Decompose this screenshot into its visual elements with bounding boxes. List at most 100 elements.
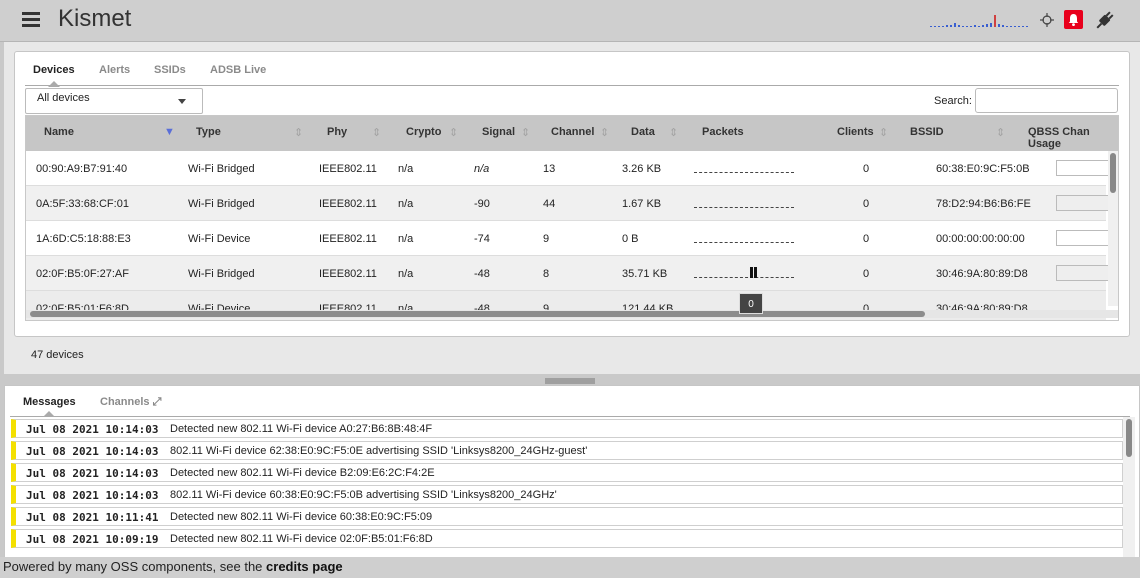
scroll-thumb[interactable] <box>30 311 925 317</box>
qbss-usage-meter <box>1056 160 1111 176</box>
device-tabs: Devices Alerts SSIDs ADSB Live <box>25 58 1119 87</box>
device-filter-value: All devices <box>37 92 90 104</box>
cell-signal: -90 <box>474 198 490 210</box>
packets-tooltip: 0 <box>739 293 763 314</box>
message-list: Jul 08 2021 10:14:03 Detected new 802.11 … <box>11 419 1123 551</box>
packets-sparkline <box>694 172 794 173</box>
search-label: Search: <box>934 95 972 107</box>
list-item: Jul 08 2021 10:14:03 Detected new 802.11 … <box>11 463 1123 482</box>
qbss-usage-meter <box>1056 265 1111 281</box>
sort-icon[interactable]: ⇕ <box>372 126 381 139</box>
table-row[interactable]: 0A:5F:33:68:CF:01 Wi-Fi Bridged IEEE802.… <box>26 186 1111 221</box>
scroll-thumb[interactable] <box>1110 153 1116 193</box>
cell-signal: -48 <box>474 268 490 280</box>
cell-clients: 0 <box>863 163 870 175</box>
table-header: Name ▼ Type ⇕ Phy ⇕ Crypto ⇕ Signal ⇕ Ch… <box>26 116 1118 151</box>
sort-descending-icon[interactable]: ▼ <box>164 126 175 138</box>
cell-type: Wi-Fi Bridged <box>188 198 255 210</box>
qbss-usage-meter <box>1056 230 1111 246</box>
message-timestamp: Jul 08 2021 10:14:03 <box>26 489 159 502</box>
alert-bell-icon[interactable] <box>1064 10 1083 29</box>
cell-clients: 0 <box>863 268 870 280</box>
cell-crypto: n/a <box>398 233 414 245</box>
column-header-qbss-chan-usage[interactable]: QBSS Chan Usage <box>1028 126 1118 150</box>
cell-clients: 0 <box>863 198 870 210</box>
tab-devices[interactable]: Devices <box>33 64 75 87</box>
cell-crypto: n/a <box>398 268 414 280</box>
panel-resize-handle[interactable] <box>545 378 595 384</box>
credits-link[interactable]: credits page <box>266 559 343 574</box>
cell-bssid: 78:D2:94:B6:B6:FE <box>936 198 1031 210</box>
cell-signal: -74 <box>474 233 490 245</box>
scroll-thumb[interactable] <box>1126 419 1132 457</box>
tab-channels-label: Channels <box>100 396 150 408</box>
table-row[interactable]: 02:0F:B5:0F:27:AF Wi-Fi Bridged IEEE802.… <box>26 256 1111 291</box>
table-row[interactable]: 1A:6D:C5:18:88:E3 Wi-Fi Device IEEE802.1… <box>26 221 1111 256</box>
cell-clients: 0 <box>863 233 870 245</box>
message-timestamp: Jul 08 2021 10:09:19 <box>26 533 159 546</box>
sort-icon[interactable]: ⇕ <box>600 126 609 139</box>
column-header-packets[interactable]: Packets <box>702 126 744 138</box>
sort-icon[interactable]: ⇕ <box>521 126 530 139</box>
message-timestamp: Jul 08 2021 10:14:03 <box>26 423 159 436</box>
column-header-channel[interactable]: Channel <box>551 126 594 138</box>
cell-data: 3.26 KB <box>622 163 662 175</box>
column-header-phy[interactable]: Phy <box>327 126 347 138</box>
cell-type: Wi-Fi Bridged <box>188 163 255 175</box>
sort-icon[interactable]: ⇕ <box>449 126 458 139</box>
tab-messages[interactable]: Messages <box>23 396 76 417</box>
column-header-signal[interactable]: Signal <box>482 126 515 138</box>
hamburger-menu-icon[interactable] <box>22 12 40 28</box>
chevron-down-icon <box>178 99 186 104</box>
column-header-name[interactable]: Name <box>44 126 74 138</box>
message-text: Detected new 802.11 Wi-Fi device B2:09:E… <box>170 467 435 479</box>
tab-adsb-live[interactable]: ADSB Live <box>210 64 266 76</box>
table-body: 00:90:A9:B7:91:40 Wi-Fi Bridged IEEE802.… <box>26 151 1111 320</box>
connection-plug-icon[interactable] <box>1094 9 1116 31</box>
column-header-data[interactable]: Data <box>631 126 655 138</box>
message-text: Detected new 802.11 Wi-Fi device 60:38:E… <box>170 511 433 523</box>
cell-signal: n/a <box>474 163 490 175</box>
column-header-clients[interactable]: Clients <box>837 126 874 138</box>
table-vertical-scrollbar[interactable] <box>1108 151 1118 306</box>
sort-icon[interactable]: ⇕ <box>669 126 678 139</box>
column-header-crypto[interactable]: Crypto <box>406 126 441 138</box>
cell-data: 1.67 KB <box>622 198 662 210</box>
list-item: Jul 08 2021 10:11:41 Detected new 802.11 … <box>11 507 1123 526</box>
sort-icon[interactable]: ⇕ <box>879 126 888 139</box>
cell-type: Wi-Fi Bridged <box>188 268 255 280</box>
message-timestamp: Jul 08 2021 10:14:03 <box>26 445 159 458</box>
device-panel: Devices Alerts SSIDs ADSB Live All devic… <box>4 42 1140 374</box>
message-text: 802.11 Wi-Fi device 62:38:E0:9C:F5:0E ad… <box>170 445 588 457</box>
cell-channel: 13 <box>543 163 556 175</box>
table-horizontal-scrollbar[interactable] <box>26 310 1118 318</box>
tooltip-value: 0 <box>748 299 754 310</box>
sort-icon[interactable]: ⇕ <box>996 126 1005 139</box>
message-vertical-scrollbar[interactable] <box>1123 417 1135 557</box>
qbss-usage-meter <box>1056 195 1111 211</box>
cell-bssid: 30:46:9A:80:89:D8 <box>936 268 1028 280</box>
cell-phy: IEEE802.11 <box>319 198 377 210</box>
cell-bssid: 60:38:E0:9C:F5:0B <box>936 163 1030 175</box>
tab-alerts[interactable]: Alerts <box>99 64 130 76</box>
tab-ssids[interactable]: SSIDs <box>154 64 186 76</box>
packets-sparkline <box>694 277 794 278</box>
cell-phy: IEEE802.11 <box>319 163 377 175</box>
device-table: Name ▼ Type ⇕ Phy ⇕ Crypto ⇕ Signal ⇕ Ch… <box>25 115 1119 321</box>
packet-rate-sparkline <box>930 15 1028 27</box>
sort-icon[interactable]: ⇕ <box>294 126 303 139</box>
column-header-type[interactable]: Type <box>196 126 221 138</box>
tab-channels[interactable]: Channels ⤢ <box>100 396 161 409</box>
column-header-bssid[interactable]: BSSID <box>910 126 944 138</box>
cell-name: 00:90:A9:B7:91:40 <box>36 163 128 175</box>
list-item: Jul 08 2021 10:14:03 802.11 Wi-Fi device … <box>11 441 1123 460</box>
device-filter-select[interactable]: All devices <box>25 88 203 114</box>
cell-data: 35.71 KB <box>622 268 668 280</box>
search-input[interactable] <box>975 88 1118 113</box>
table-row[interactable]: 00:90:A9:B7:91:40 Wi-Fi Bridged IEEE802.… <box>26 151 1111 186</box>
device-list-container: Devices Alerts SSIDs ADSB Live All devic… <box>14 51 1130 361</box>
packets-sparkline <box>694 207 794 208</box>
gps-crosshair-icon[interactable] <box>1040 13 1054 27</box>
message-text: Detected new 802.11 Wi-Fi device A0:27:B… <box>170 423 433 435</box>
packet-burst-bars <box>750 267 758 281</box>
